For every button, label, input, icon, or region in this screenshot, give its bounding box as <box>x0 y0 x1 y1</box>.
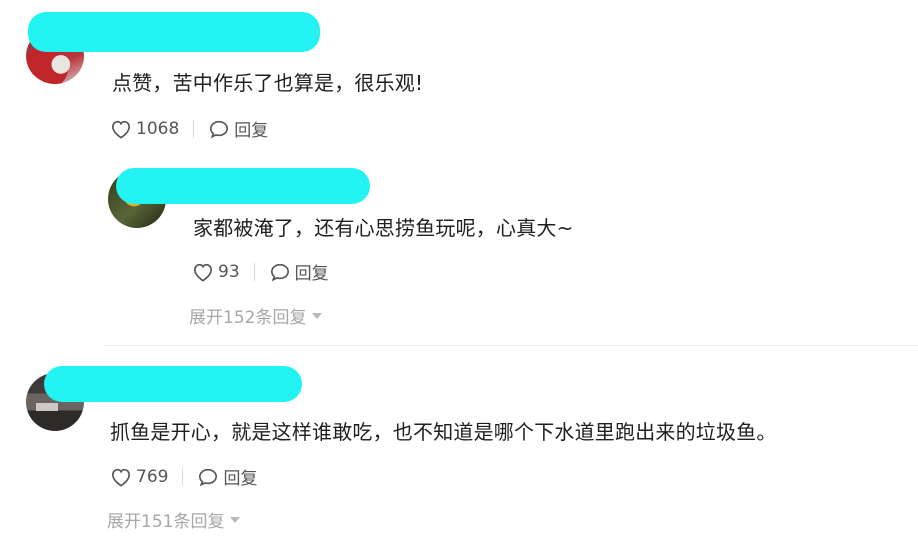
comment-bubble-icon <box>208 119 230 139</box>
comment-text: 点赞，苦中作乐了也算是，很乐观! <box>112 71 424 95</box>
chevron-down-icon <box>230 516 241 523</box>
like-button[interactable]: 1068 <box>110 119 179 139</box>
heart-icon <box>110 467 132 487</box>
comment-actions: 93 回复 <box>192 259 329 284</box>
like-count: 93 <box>218 261 240 282</box>
heart-icon <box>192 262 214 282</box>
reply-label: 回复 <box>234 121 269 141</box>
comment-text: 抓鱼是开心，就是这样谁敢吃，也不知道是哪个下水道里跑出来的垃圾鱼。 <box>110 420 777 444</box>
comment-bubble-icon <box>269 262 291 282</box>
username-redaction <box>28 12 320 52</box>
like-button[interactable]: 769 <box>110 467 168 487</box>
heart-icon <box>110 119 132 139</box>
reply-button[interactable]: 回复 <box>208 116 268 141</box>
comment-actions: 1068 回复 <box>110 116 268 141</box>
reply-button[interactable]: 回复 <box>197 464 257 489</box>
reply-label: 回复 <box>223 469 258 489</box>
divider <box>182 467 184 486</box>
like-button[interactable]: 93 <box>192 262 240 282</box>
divider <box>253 262 255 281</box>
reply-label: 回复 <box>294 264 329 284</box>
expand-replies-label: 展开151条回复 <box>107 512 225 532</box>
username-redaction <box>44 366 302 402</box>
section-divider <box>105 345 918 346</box>
comment-bubble-icon <box>197 467 219 487</box>
expand-replies-label: 展开152条回复 <box>189 308 307 328</box>
comment-actions: 769 回复 <box>110 464 257 489</box>
like-count: 769 <box>136 466 169 487</box>
reply-button[interactable]: 回复 <box>269 259 329 284</box>
chevron-down-icon <box>312 312 323 319</box>
divider <box>193 119 195 138</box>
like-count: 1068 <box>136 118 180 139</box>
comment-text: 家都被淹了，还有心思捞鱼玩呢，心真大~ <box>193 216 574 240</box>
expand-replies-button[interactable]: 展开151条回复 <box>107 507 241 532</box>
expand-replies-button[interactable]: 展开152条回复 <box>189 303 323 328</box>
username-redaction <box>116 168 370 204</box>
